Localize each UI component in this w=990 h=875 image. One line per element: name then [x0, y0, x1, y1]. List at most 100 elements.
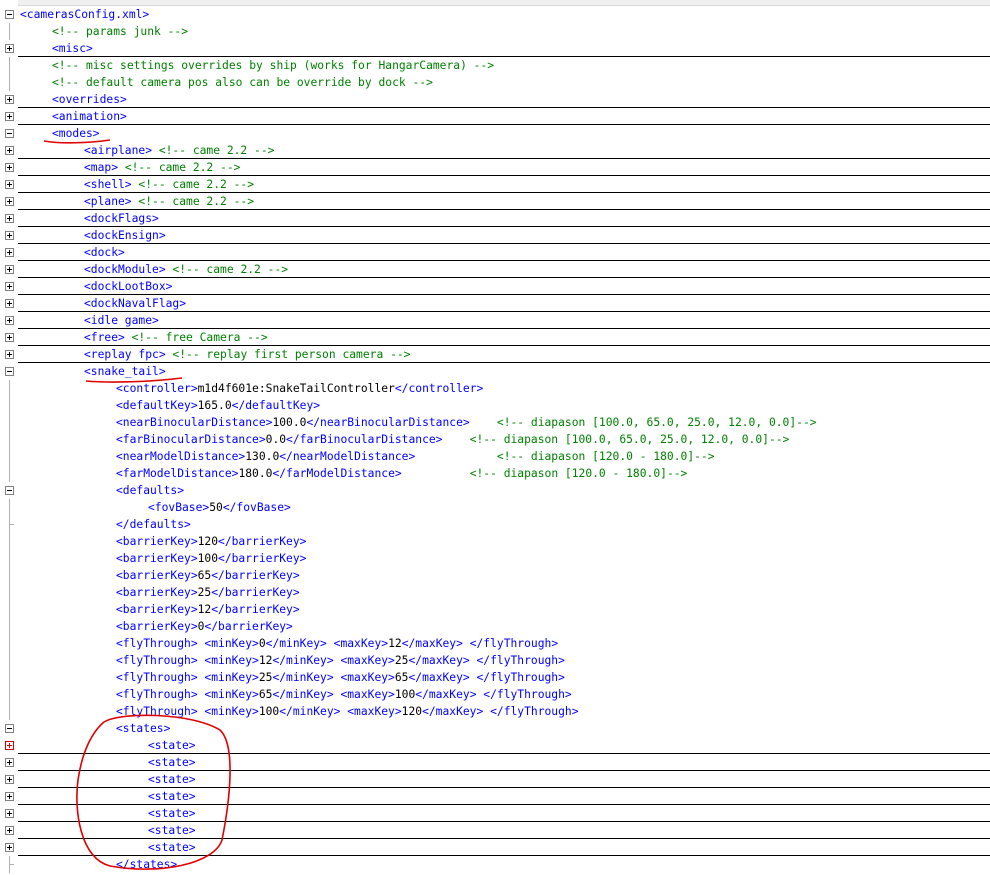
plus-box-icon[interactable]: [5, 316, 14, 325]
code-line[interactable]: <misc>: [0, 40, 990, 57]
code-line[interactable]: <states>: [0, 720, 990, 737]
code-line[interactable]: <state>: [0, 839, 990, 856]
code-text: <farBinocularDistance>0.0</farBinocularD…: [116, 431, 789, 448]
plus-box-icon[interactable]: [5, 775, 14, 784]
plus-box-icon[interactable]: [5, 44, 14, 53]
code-line[interactable]: <barrierKey>100</barrierKey>: [0, 550, 990, 567]
code-line[interactable]: <dockNavalFlag>: [0, 295, 990, 312]
xml-editor[interactable]: <camerasConfig.xml> <!-- params junk --> <…: [0, 0, 990, 875]
plus-box-icon[interactable]: [5, 231, 14, 240]
code-line[interactable]: <!-- misc settings overrides by ship (wo…: [0, 57, 990, 74]
plus-box-icon[interactable]: [5, 843, 14, 852]
plus-box-icon[interactable]: [5, 333, 14, 342]
xml-tag: </farModelDistance>: [272, 467, 402, 480]
code-line[interactable]: <overrides>: [0, 91, 990, 108]
plus-box-icon[interactable]: [5, 758, 14, 767]
plus-box-icon[interactable]: [5, 197, 14, 206]
code-text: <nearBinocularDistance>100.0</nearBinocu…: [116, 414, 817, 431]
code-text: <barrierKey>120</barrierKey>: [116, 533, 306, 550]
xml-tag: <nearBinocularDistance>: [116, 416, 273, 429]
code-line[interactable]: <farModelDistance>180.0</farModelDistanc…: [0, 465, 990, 482]
code-line[interactable]: <farBinocularDistance>0.0</farBinocularD…: [0, 431, 990, 448]
plus-box-icon[interactable]: [5, 163, 14, 172]
plus-box-icon[interactable]: [5, 299, 14, 308]
code-line[interactable]: <dockFlags>: [0, 210, 990, 227]
code-line[interactable]: <state>: [0, 754, 990, 771]
plus-box-icon[interactable]: [5, 282, 14, 291]
code-line[interactable]: <barrierKey>65</barrierKey>: [0, 567, 990, 584]
code-line[interactable]: <defaults>: [0, 482, 990, 499]
code-line[interactable]: <animation>: [0, 108, 990, 125]
code-line[interactable]: <barrierKey>12</barrierKey>: [0, 601, 990, 618]
code-line[interactable]: <free> <!-- free Camera -->: [0, 329, 990, 346]
code-line[interactable]: <replay fpc> <!-- replay first person ca…: [0, 346, 990, 363]
code-text: <farModelDistance>180.0</farModelDistanc…: [116, 465, 687, 482]
fold-guide-line: [9, 380, 10, 397]
code-line[interactable]: <nearBinocularDistance>100.0</nearBinocu…: [0, 414, 990, 431]
xml-comment: <!-- default camera pos also can be over…: [52, 76, 433, 89]
code-text: <state>: [148, 822, 196, 839]
code-line[interactable]: <snake_tail>: [0, 363, 990, 380]
plus-box-icon[interactable]: [5, 741, 14, 750]
code-line[interactable]: <barrierKey>25</barrierKey>: [0, 584, 990, 601]
plus-box-icon[interactable]: [5, 826, 14, 835]
code-line[interactable]: <dockLootBox>: [0, 278, 990, 295]
code-line[interactable]: <flyThrough> <minKey>65</minKey> <maxKey…: [0, 686, 990, 703]
code-line[interactable]: <state>: [0, 771, 990, 788]
code-line[interactable]: <camerasConfig.xml>: [0, 6, 990, 23]
code-line[interactable]: <map> <!-- came 2.2 -->: [0, 159, 990, 176]
plus-box-icon[interactable]: [5, 180, 14, 189]
plus-box-icon[interactable]: [5, 265, 14, 274]
code-line[interactable]: <controller>m1d4f601e:SnakeTailControlle…: [0, 380, 990, 397]
code-line[interactable]: <state>: [0, 822, 990, 839]
code-line[interactable]: <flyThrough> <minKey>100</minKey> <maxKe…: [0, 703, 990, 720]
minus-box-icon[interactable]: [5, 724, 14, 733]
code-line[interactable]: <nearModelDistance>130.0</nearModelDista…: [0, 448, 990, 465]
plus-box-icon[interactable]: [5, 248, 14, 257]
code-line[interactable]: <dockEnsign>: [0, 227, 990, 244]
plus-box-icon[interactable]: [5, 112, 14, 121]
code-line[interactable]: <!-- default camera pos also can be over…: [0, 74, 990, 91]
xml-comment: <!-- params junk -->: [52, 25, 189, 38]
plus-box-icon[interactable]: [5, 792, 14, 801]
minus-box-icon[interactable]: [5, 10, 14, 19]
plus-box-icon[interactable]: [5, 146, 14, 155]
code-line[interactable]: <airplane> <!-- came 2.2 -->: [0, 142, 990, 159]
plus-box-icon[interactable]: [5, 95, 14, 104]
code-text: <barrierKey>25</barrierKey>: [116, 584, 300, 601]
xml-comment: <!-- diapason [100.0, 65.0, 25.0, 12.0, …: [442, 433, 790, 446]
code-line[interactable]: <state>: [0, 805, 990, 822]
code-line[interactable]: </states>: [0, 856, 990, 873]
xml-comment: <!-- diapason [120.0 - 180.0]-->: [401, 467, 688, 480]
code-line[interactable]: <defaultKey>165.0</defaultKey>: [0, 397, 990, 414]
code-line[interactable]: <flyThrough> <minKey>12</minKey> <maxKey…: [0, 652, 990, 669]
xml-tag: <flyThrough> <minKey>: [116, 637, 259, 650]
code-line[interactable]: <dockModule> <!-- came 2.2 -->: [0, 261, 990, 278]
code-line[interactable]: <flyThrough> <minKey>25</minKey> <maxKey…: [0, 669, 990, 686]
minus-box-icon[interactable]: [5, 129, 14, 138]
fold-guide-line: [9, 465, 10, 482]
minus-box-icon[interactable]: [5, 367, 14, 376]
code-line[interactable]: <barrierKey>0</barrierKey>: [0, 618, 990, 635]
code-line[interactable]: <modes>: [0, 125, 990, 142]
code-line[interactable]: <state>: [0, 737, 990, 754]
code-line[interactable]: <shell> <!-- came 2.2 -->: [0, 176, 990, 193]
minus-box-icon[interactable]: [5, 486, 14, 495]
plus-box-icon[interactable]: [5, 809, 14, 818]
code-line[interactable]: <plane> <!-- came 2.2 -->: [0, 193, 990, 210]
code-line[interactable]: <dock>: [0, 244, 990, 261]
code-line[interactable]: <barrierKey>120</barrierKey>: [0, 533, 990, 550]
xml-tag: <dockLootBox>: [84, 280, 173, 293]
code-line[interactable]: <state>: [0, 788, 990, 805]
code-line[interactable]: <flyThrough> <minKey>0</minKey> <maxKey>…: [0, 635, 990, 652]
code-line[interactable]: <fovBase>50</fovBase>: [0, 499, 990, 516]
xml-tag: <state>: [148, 790, 196, 803]
xml-tag: <barrierKey>: [116, 535, 198, 548]
plus-box-icon[interactable]: [5, 214, 14, 223]
plus-box-icon[interactable]: [5, 350, 14, 359]
xml-tag: <plane>: [84, 195, 132, 208]
code-line[interactable]: </defaults>: [0, 516, 990, 533]
code-line[interactable]: <!-- params junk -->: [0, 23, 990, 40]
xml-tag: <barrierKey>: [116, 569, 198, 582]
code-line[interactable]: <idle game>: [0, 312, 990, 329]
